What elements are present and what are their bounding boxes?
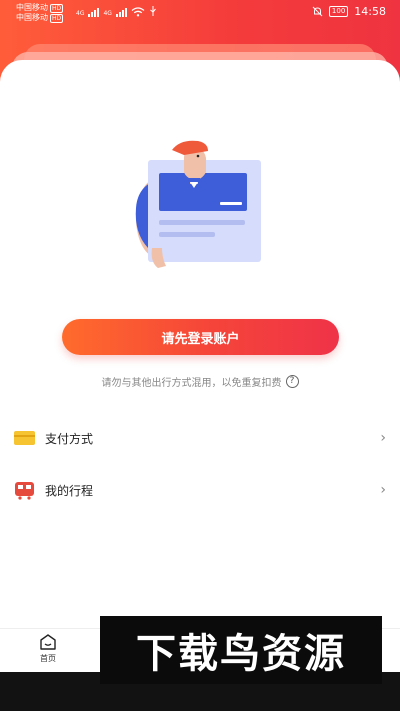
usage-hint: 请勿与其他出行方式混用，以免重复扣费 ? [0, 374, 400, 389]
watermark-banner: 下载鸟资源 [100, 616, 382, 684]
mute-bell-icon [312, 6, 323, 17]
bus-icon [15, 482, 34, 500]
menu-item-payment[interactable]: 支付方式 › [0, 418, 400, 458]
network-type-1: 4G [76, 10, 85, 17]
carrier-info: 中国移动 HD 中国移动 HD [16, 3, 64, 23]
menu-item-payment-label: 支付方式 [45, 431, 94, 446]
signal-icon-2 [115, 8, 127, 17]
menu-item-trips-label: 我的行程 [45, 483, 94, 498]
hd-badge-2: HD [50, 14, 64, 23]
home-icon [40, 634, 56, 650]
tab-home[interactable]: 首页 [28, 633, 68, 664]
signal-icons: 4G 4G [76, 6, 157, 17]
signal-icon [88, 8, 100, 17]
login-button[interactable]: 请先登录账户 [62, 319, 339, 355]
hd-badge-1: HD [50, 4, 64, 13]
chevron-right-icon: › [380, 482, 386, 498]
status-bar: 中国移动 HD 中国移动 HD 4G 4G 100 14:58 [0, 0, 400, 28]
chevron-right-icon: › [380, 430, 386, 446]
login-illustration-icon [135, 140, 261, 268]
carrier-name-1: 中国移动 [16, 3, 48, 12]
usage-hint-text: 请勿与其他出行方式混用，以免重复扣费 [101, 378, 282, 389]
status-time: 14:58 [354, 5, 386, 18]
tab-home-label: 首页 [40, 654, 56, 663]
carrier-name-2: 中国移动 [16, 13, 48, 22]
usb-icon [150, 6, 156, 16]
help-icon[interactable]: ? [285, 375, 299, 388]
wifi-icon [131, 7, 145, 17]
battery-level: 100 [328, 6, 349, 17]
right-status: 100 14:58 [312, 5, 386, 18]
menu-item-trips[interactable]: 我的行程 › [0, 470, 400, 510]
network-type-2: 4G [103, 10, 112, 17]
card-icon [14, 431, 35, 445]
